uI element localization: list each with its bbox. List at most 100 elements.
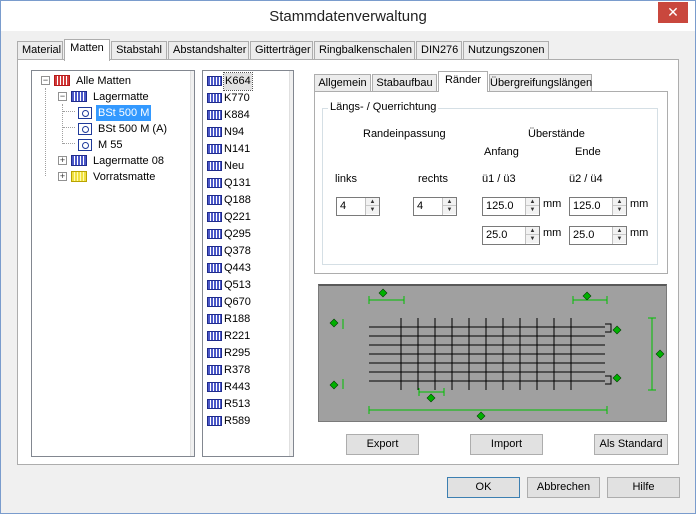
raender-page: Längs- / Querrichtung Randeinpassung Übe… xyxy=(314,91,668,274)
spinner-arrows: ▲ ▼ xyxy=(525,227,539,244)
tree-label: Lagermatte 08 xyxy=(93,155,164,167)
collapse-icon[interactable]: − xyxy=(58,92,67,101)
mat-preview-drawing xyxy=(329,288,665,421)
list-item-label: Q513 xyxy=(224,279,251,291)
spin-down-icon[interactable]: ▼ xyxy=(443,206,456,214)
mat-blue-icon xyxy=(207,331,222,341)
mat-blue-icon xyxy=(207,365,222,375)
u2-spinner[interactable]: 125.0 ▲ ▼ xyxy=(569,197,627,216)
mat-type-list[interactable]: K664 K770 K884 N94 N141 Neu Q131 Q188 Q221 Q295 Q3… xyxy=(202,70,294,457)
expand-icon[interactable]: + xyxy=(58,156,67,165)
list-item-label: Q188 xyxy=(224,194,251,206)
anfang-label: Anfang xyxy=(484,146,519,158)
u4-spinner[interactable]: 25.0 ▲ ▼ xyxy=(569,226,627,245)
title-bar: Stammdatenverwaltung ✕ xyxy=(1,1,695,32)
mat-blue-icon xyxy=(207,314,222,324)
tab-stabaufbau[interactable]: Stabaufbau xyxy=(372,74,437,92)
spin-up-icon[interactable]: ▲ xyxy=(526,198,539,206)
tab-gittertraeger[interactable]: Gitterträger xyxy=(250,41,313,60)
spin-up-icon[interactable]: ▲ xyxy=(613,198,626,206)
tree-item-alle-matten[interactable]: − Alle Matten xyxy=(38,73,188,89)
tab-ringbalkenschalen[interactable]: Ringbalkenschalen xyxy=(314,41,415,60)
tab-stabstahl[interactable]: Stabstahl xyxy=(111,41,167,60)
import-button[interactable]: Import xyxy=(470,434,543,455)
ok-button[interactable]: OK xyxy=(447,477,520,498)
mat-blue-icon xyxy=(207,178,222,188)
export-button[interactable]: Export xyxy=(346,434,419,455)
u4-value: 25.0 xyxy=(573,229,595,241)
tree-scrollbar[interactable] xyxy=(190,71,194,456)
window-title: Stammdatenverwaltung xyxy=(269,8,427,25)
tab-uebergreifungslaengen[interactable]: Übergreifungslängen xyxy=(489,74,592,92)
list-item-label: K884 xyxy=(224,109,250,121)
cancel-button[interactable]: Abbrechen xyxy=(527,477,600,498)
list-item-label: K770 xyxy=(224,92,250,104)
tab-allgemein[interactable]: Allgemein xyxy=(314,74,371,92)
close-button[interactable]: ✕ xyxy=(658,2,688,23)
list-item-label: K664 xyxy=(223,72,253,91)
links-spinner[interactable]: 4 ▲ ▼ xyxy=(336,197,380,216)
tree-item-lagermatte08[interactable]: + Lagermatte 08 xyxy=(55,153,190,169)
spinner-arrows: ▲ ▼ xyxy=(612,227,626,244)
mat-blue-icon xyxy=(207,348,222,358)
list-item-label: R378 xyxy=(224,364,251,376)
u3-spinner[interactable]: 25.0 ▲ ▼ xyxy=(482,226,540,245)
list-item-label: R188 xyxy=(224,313,251,325)
mat-edge-preview xyxy=(318,284,667,422)
spinner-arrows: ▲ ▼ xyxy=(525,198,539,215)
spin-up-icon[interactable]: ▲ xyxy=(366,198,379,206)
tree-line xyxy=(63,111,75,112)
mat-bars xyxy=(369,318,605,390)
tab-abstandshalter[interactable]: Abstandshalter xyxy=(168,41,249,60)
tab-raender[interactable]: Ränder xyxy=(438,71,488,92)
list-item-label: Q670 xyxy=(224,296,251,308)
u1-spinner[interactable]: 125.0 ▲ ▼ xyxy=(482,197,540,216)
tab-material[interactable]: Material xyxy=(17,41,63,60)
links-label: links xyxy=(335,173,358,185)
u2-value: 125.0 xyxy=(573,200,601,212)
tree-label: Lagermatte xyxy=(93,91,149,103)
tree-label: BSt 500 M xyxy=(96,105,152,121)
spin-down-icon[interactable]: ▼ xyxy=(526,206,539,214)
tab-din276[interactable]: DIN276 xyxy=(416,41,462,60)
tree-line xyxy=(63,127,75,128)
list-item-label: R443 xyxy=(224,381,251,393)
mat-blue-icon xyxy=(207,76,222,86)
spinner-arrows: ▲ ▼ xyxy=(442,198,456,215)
mat-blue-icon xyxy=(207,263,222,273)
u2u4-label: ü2 / ü4 xyxy=(569,173,603,185)
tree-item-vorratsmatte[interactable]: + Vorratsmatte xyxy=(55,169,190,185)
tree-item-m55[interactable]: M 55 xyxy=(76,137,191,153)
spin-down-icon[interactable]: ▼ xyxy=(613,235,626,243)
spin-down-icon[interactable]: ▼ xyxy=(613,206,626,214)
rechts-spinner[interactable]: 4 ▲ ▼ xyxy=(413,197,457,216)
mat-red-icon xyxy=(54,75,70,86)
laengs-quer-group: Längs- / Querrichtung Randeinpassung Übe… xyxy=(322,101,658,265)
spin-down-icon[interactable]: ▼ xyxy=(526,235,539,243)
steel-grade-icon xyxy=(78,139,92,151)
spin-up-icon[interactable]: ▲ xyxy=(526,227,539,235)
mat-category-tree[interactable]: − Alle Matten − Lagermatte BSt 500 M BSt… xyxy=(31,70,195,457)
spin-down-icon[interactable]: ▼ xyxy=(366,206,379,214)
tree-item-bst500m[interactable]: BSt 500 M xyxy=(76,105,191,121)
als-standard-button[interactable]: Als Standard xyxy=(594,434,668,455)
tab-nutzungszonen[interactable]: Nutzungszonen xyxy=(463,41,549,60)
mat-blue-icon xyxy=(207,195,222,205)
mat-blue-icon xyxy=(207,246,222,256)
spin-up-icon[interactable]: ▲ xyxy=(443,198,456,206)
mat-blue-icon xyxy=(207,93,222,103)
expand-icon[interactable]: + xyxy=(58,172,67,181)
mat-blue-icon xyxy=(71,155,87,166)
collapse-icon[interactable]: − xyxy=(41,76,50,85)
spin-up-icon[interactable]: ▲ xyxy=(613,227,626,235)
tree-item-bst500ma[interactable]: BSt 500 M (A) xyxy=(76,121,191,137)
help-button[interactable]: Hilfe xyxy=(607,477,680,498)
list-scrollbar[interactable] xyxy=(289,71,293,456)
mat-blue-icon xyxy=(207,416,222,426)
tab-matten[interactable]: Matten xyxy=(64,39,110,61)
ueberstaende-label: Überstände xyxy=(528,128,585,140)
bar-end-brackets xyxy=(605,323,612,385)
tree-item-lagermatte[interactable]: − Lagermatte xyxy=(55,89,185,105)
group-title: Längs- / Querrichtung xyxy=(328,101,439,113)
unit-label: mm xyxy=(543,227,562,239)
